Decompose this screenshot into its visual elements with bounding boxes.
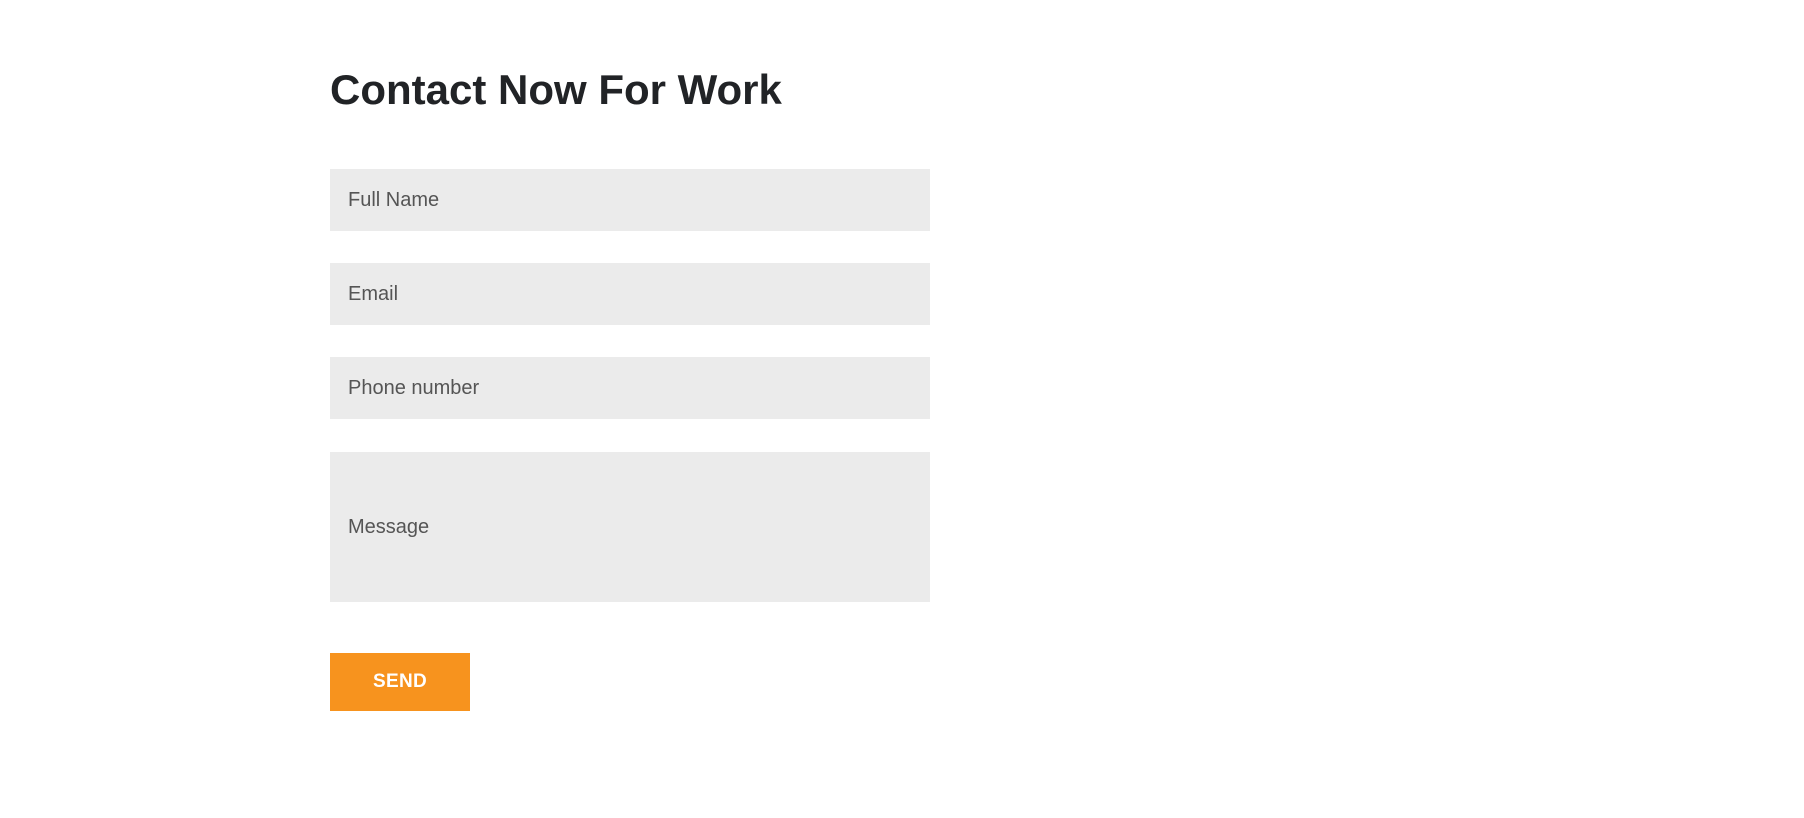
phone-number-input[interactable] bbox=[330, 357, 930, 419]
message-textarea[interactable] bbox=[330, 452, 930, 602]
email-input[interactable] bbox=[330, 263, 930, 325]
send-button[interactable]: SEND bbox=[330, 653, 470, 711]
full-name-input[interactable] bbox=[330, 169, 930, 231]
page-title: Contact Now For Work bbox=[330, 66, 782, 113]
